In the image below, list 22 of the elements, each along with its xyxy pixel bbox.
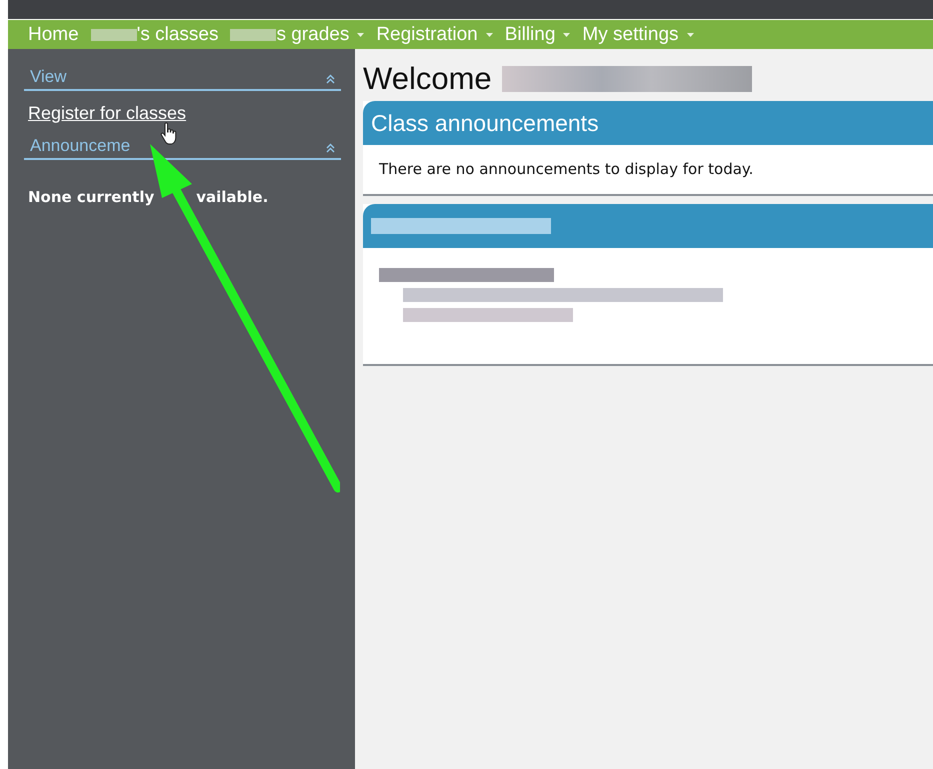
collapse-icon[interactable] <box>326 74 335 84</box>
redacted-text <box>90 28 137 40</box>
panel-title: Class announcements <box>371 110 599 136</box>
note-text: None currently <box>28 188 154 206</box>
caret-icon <box>686 32 694 36</box>
section-title: Announceme <box>30 136 130 156</box>
nav-item[interactable]: 's classes <box>84 20 224 49</box>
nav-item[interactable]: Home <box>22 20 85 49</box>
welcome-heading: Welcome <box>363 61 492 97</box>
nav-item[interactable]: Billing <box>498 20 576 49</box>
caret-icon <box>357 32 364 36</box>
register-link[interactable]: Register for classes <box>28 103 186 124</box>
nav-item[interactable]: My settings <box>576 20 700 49</box>
nav-item[interactable]: s grades <box>224 20 370 49</box>
nav-item[interactable]: Registration <box>370 20 499 49</box>
note-text: vailable. <box>196 188 268 206</box>
caret-icon <box>486 32 493 36</box>
caret-icon <box>563 32 570 36</box>
redacted-text <box>230 28 276 40</box>
section-title: View <box>30 67 67 87</box>
panel-text: There are no announcements to display for today. <box>379 160 754 178</box>
collapse-icon[interactable] <box>326 143 335 153</box>
